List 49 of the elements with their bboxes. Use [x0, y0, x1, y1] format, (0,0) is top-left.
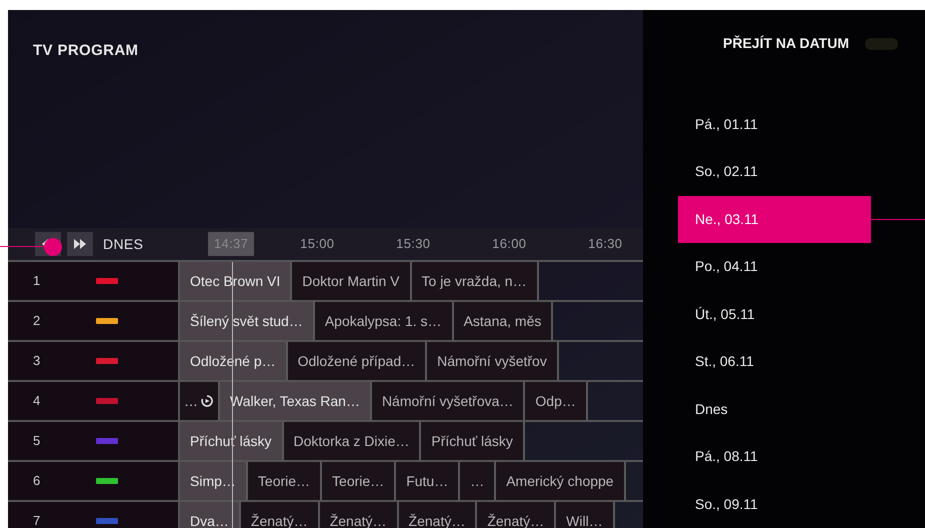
replay-icon	[200, 394, 214, 408]
page-title: TV PROGRAM	[33, 41, 140, 61]
programme-cell[interactable]: Apokalypsa: 1. s…	[314, 302, 454, 340]
programme-cell[interactable]: Námořní vyšetřova…	[372, 382, 526, 420]
date-item[interactable]: Po., 04.11	[678, 243, 871, 290]
programme-cell[interactable]: Will…	[556, 502, 615, 528]
time-label: 15:00	[300, 235, 334, 254]
programme-cell[interactable]: Příchuť lásky	[421, 422, 525, 460]
programme-cell[interactable]: Teorie…	[322, 462, 396, 500]
programme-cell[interactable]: …	[460, 462, 496, 500]
date-item[interactable]: So., 02.11	[678, 148, 871, 196]
time-label: 15:30	[396, 235, 430, 254]
programme-cell[interactable]: …	[180, 382, 220, 420]
day-label: DNES	[103, 234, 144, 254]
date-item[interactable]: Ne., 03.11	[678, 196, 871, 243]
channel-number: 5	[32, 432, 42, 450]
date-item[interactable]: Út., 05.11	[678, 290, 871, 338]
channel-number: 6	[32, 472, 42, 490]
toggle-icon	[865, 38, 898, 50]
current-time: 14:37	[208, 232, 254, 256]
channel-number: 3	[32, 352, 42, 370]
channel-number: 1	[32, 272, 42, 290]
programme-cell[interactable]: Námořní vyšetřov	[427, 342, 559, 380]
date-item[interactable]: Pá., 08.11	[678, 433, 871, 480]
fast-forward-button[interactable]	[67, 232, 93, 256]
programme-cell[interactable]: Doktor Martin V	[292, 262, 412, 300]
programme-cell[interactable]: Šílený svět stud…	[180, 302, 315, 340]
programme-cell[interactable]: Odložené případ…	[288, 342, 428, 380]
leader-line	[871, 218, 925, 220]
programme-cell[interactable]: Doktorka z Dixie…	[284, 422, 422, 460]
date-item[interactable]: Pá., 01.11	[678, 100, 871, 148]
programme-cell[interactable]: Americký choppe	[496, 462, 626, 500]
programme-cell[interactable]: To je vražda, n…	[412, 262, 539, 300]
programme-cell[interactable]: Teorie…	[248, 462, 322, 500]
panel-title: PŘEJÍT NA DATUM	[723, 34, 849, 54]
time-label: 16:30	[588, 235, 622, 254]
channel-number: 7	[32, 512, 42, 528]
channel-number: 2	[32, 312, 42, 330]
programme-cell[interactable]: Futu…	[396, 462, 460, 500]
date-item[interactable]: St., 06.11	[678, 338, 871, 386]
programme-cell[interactable]: Astana, měs	[454, 302, 554, 340]
programme-cell[interactable]: Odp…	[525, 382, 588, 420]
date-item[interactable]: Dnes	[678, 386, 871, 433]
programme-cell[interactable]: Dva…	[180, 502, 241, 528]
programme-title: …	[184, 392, 198, 410]
time-label: 16:00	[492, 235, 526, 254]
date-item[interactable]: So., 09.11	[678, 480, 871, 528]
channel-number: 4	[32, 392, 42, 410]
fast-forward-icon	[74, 239, 86, 249]
